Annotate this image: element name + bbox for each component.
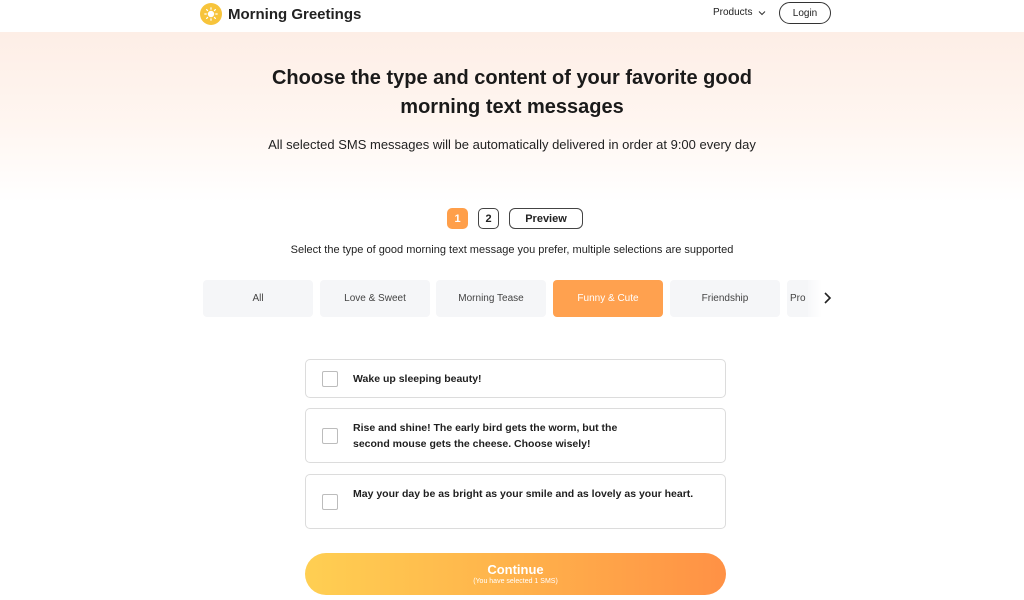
message-text: May your day be as bright as your smile … [353,488,694,500]
message-checkbox[interactable] [322,371,338,387]
category-tabs: All Love & Sweet Morning Tease Funny & C… [203,280,831,317]
continue-button[interactable]: Continue (You have selected 1 SMS) [305,553,726,595]
message-option[interactable]: May your day be as bright as your smile … [305,474,726,529]
selection-count-note: (You have selected 1 SMS) [473,577,558,585]
message-text: Rise and shine! The early bird gets the … [353,422,618,450]
message-text: Wake up sleeping beauty! [353,373,482,385]
page-subtitle: All selected SMS messages will be automa… [268,137,756,152]
message-checkbox[interactable] [322,428,338,444]
brand[interactable]: Morning Greetings [200,2,361,26]
page-title: Choose the type and content of your favo… [271,67,753,118]
products-menu[interactable]: Products [713,7,766,18]
tab-all[interactable]: All [203,280,313,317]
tab-love-sweet[interactable]: Love & Sweet [320,280,430,317]
top-header: Morning Greetings Products Login [0,0,1024,32]
brand-name: Morning Greetings [228,5,362,23]
step-1-button[interactable]: 1 [447,208,468,229]
message-option[interactable]: Rise and shine! The early bird gets the … [305,408,726,463]
message-checkbox[interactable] [322,494,338,510]
step-2-button[interactable]: 2 [478,208,499,229]
preview-button[interactable]: Preview [509,208,583,229]
tab-morning-tease[interactable]: Morning Tease [436,280,546,317]
chevron-right-icon[interactable] [821,291,833,305]
tab-funny-cute[interactable]: Funny & Cute [553,280,663,317]
products-label: Products [713,7,753,18]
sun-logo-icon [200,3,222,25]
continue-label: Continue [487,561,544,577]
tab-friendship[interactable]: Friendship [670,280,780,317]
message-option[interactable]: Wake up sleeping beauty! [305,359,726,398]
chevron-down-icon [759,10,766,15]
login-button[interactable]: Login [779,2,831,24]
step-indicator: 1 2 Preview [447,208,583,229]
selection-instruction: Select the type of good morning text mes… [290,244,734,256]
